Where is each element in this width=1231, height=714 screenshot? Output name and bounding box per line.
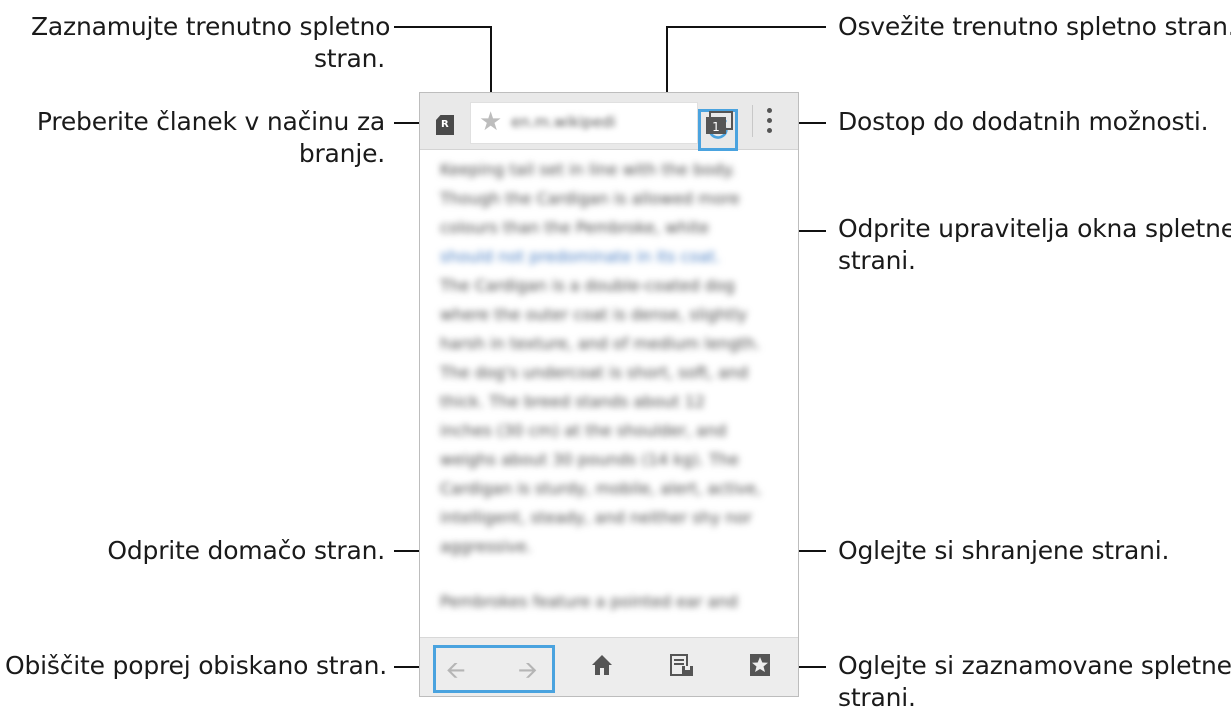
toolbar-divider <box>752 105 753 137</box>
history-nav-group: 🡨 🡪 <box>433 645 555 693</box>
forward-arrow-icon[interactable]: 🡪 <box>518 658 538 682</box>
callout-back-forward: Obiščite poprej obiskano stran. <box>5 651 387 680</box>
more-options-icon[interactable] <box>767 108 773 136</box>
article-content: Keeping tail set in line with the body. … <box>440 160 762 611</box>
home-icon[interactable] <box>591 654 613 676</box>
callout-more-options: Dostop do dodatnih možnosti. <box>838 107 1209 136</box>
tabs-icon[interactable]: 1 <box>705 111 733 135</box>
bookmarks-icon[interactable] <box>750 654 770 676</box>
callout-bookmark-current: Zaznamujte trenutno spletno stran. <box>31 12 391 73</box>
svg-text:1: 1 <box>712 120 720 134</box>
address-bar[interactable]: ★ en.m.wikipedi <box>470 102 738 151</box>
callout-home: Odprite domačo stran. <box>107 536 385 565</box>
leader-bookmark-h <box>394 26 492 28</box>
callout-saved-pages: Oglejte si shranjene strani. <box>838 536 1170 565</box>
callout-bookmarks: Oglejte si zaznamovane spletne strani. <box>838 651 1231 712</box>
callout-tab-manager: Odprite upravitelja okna spletne strani. <box>838 214 1231 275</box>
callout-reader-mode: Preberite članek v načinu za branje. <box>36 107 385 168</box>
browser-bottom-bar: 🡨 🡪 <box>420 637 798 696</box>
reader-icon[interactable]: R <box>436 115 454 135</box>
leader-refresh-v <box>666 26 668 99</box>
saved-pages-icon[interactable] <box>670 653 694 677</box>
callout-refresh: Osvežite trenutno spletno stran. <box>838 12 1231 41</box>
back-arrow-icon[interactable]: 🡨 <box>446 658 466 682</box>
browser-screen: R ★ en.m.wikipedi 1 Keeping tail set in … <box>419 92 799 697</box>
browser-toolbar: R ★ en.m.wikipedi 1 <box>420 93 798 151</box>
url-text: en.m.wikipedi <box>511 113 616 131</box>
star-icon[interactable]: ★ <box>479 109 502 135</box>
leader-refresh-h <box>666 26 826 28</box>
